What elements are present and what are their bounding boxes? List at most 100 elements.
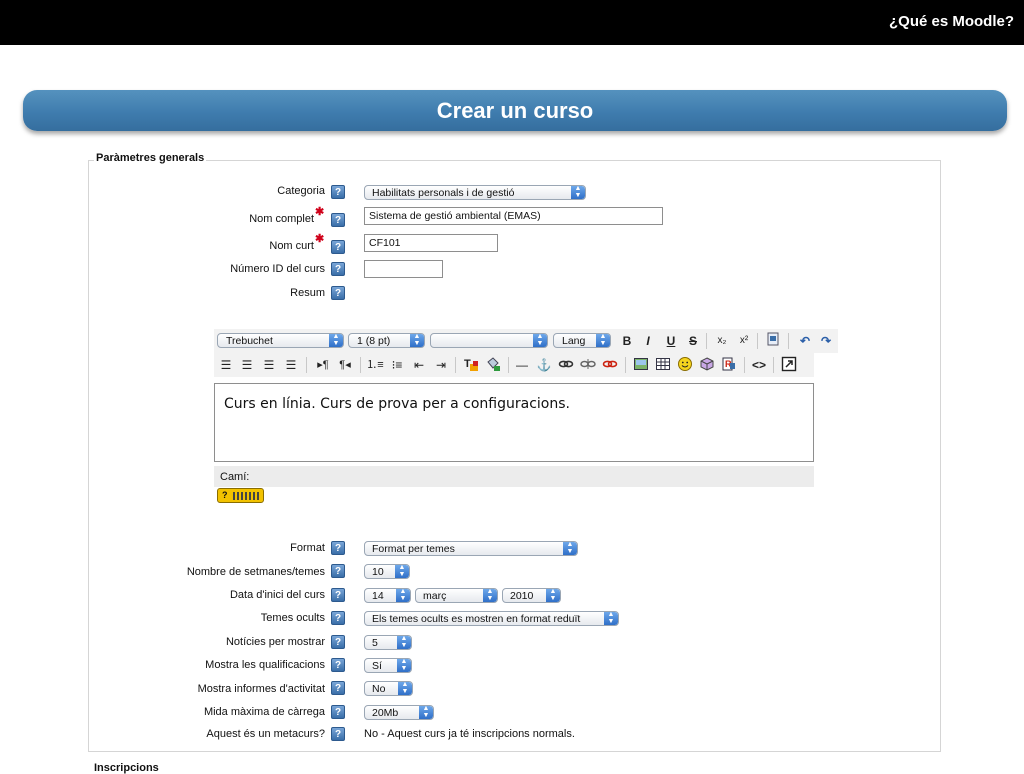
background-color-icon[interactable] (484, 356, 502, 374)
select-arrows-icon: ▲ ▼ (397, 636, 411, 649)
unordered-list-icon[interactable]: ⁝≡ (388, 356, 406, 374)
presentation-title: ¿Qué es Moodle? (888, 13, 1014, 30)
help-icon[interactable]: ? (331, 658, 345, 672)
insert-image-icon[interactable] (632, 356, 650, 374)
data-inici-label: Data d'inici del curs (229, 589, 325, 601)
format-label: Format (290, 542, 325, 554)
insert-table-icon[interactable] (654, 356, 672, 374)
help-icon[interactable]: ? (331, 635, 345, 649)
help-icon[interactable]: ? (331, 286, 345, 300)
help-icon[interactable]: ? (331, 185, 345, 199)
nom-curt-input[interactable]: CF101 (364, 234, 498, 252)
ordered-list-icon[interactable]: ⒈≡ (366, 356, 384, 374)
carrega-value: 20Mb (372, 707, 399, 719)
editor-toolbar-bottom: ☰ ☰ ☰ ☰ ▸¶ ¶◂ ⒈≡ ⁝≡ ⇤ ⇥ T — ⚓ R <> (214, 353, 814, 377)
keyboard-help-icon[interactable]: ? (217, 488, 264, 503)
keyboard-help-glyph: ? (222, 490, 228, 500)
help-icon[interactable]: ? (331, 564, 345, 578)
informes-select[interactable]: No ▲ ▼ (364, 681, 413, 696)
unlink-icon[interactable] (579, 356, 597, 374)
text-color-icon[interactable]: T (462, 356, 480, 374)
toolbar-divider (788, 333, 789, 349)
help-icon[interactable]: ? (331, 611, 345, 625)
ltr-direction-icon[interactable]: ▸¶ (314, 356, 332, 374)
noticies-label: Notícies per mostrar (225, 636, 325, 648)
qualificacions-select[interactable]: Sí ▲ ▼ (364, 658, 412, 673)
search-replace-icon[interactable]: R (720, 356, 738, 374)
toolbar-divider (360, 357, 361, 373)
setmanes-select[interactable]: 10 ▲ ▼ (364, 564, 410, 579)
select-arrows-icon: ▲ ▼ (546, 589, 560, 602)
italic-icon[interactable]: I (639, 332, 657, 350)
informes-label: Mostra informes d'activitat (197, 683, 325, 695)
editor-toolbar-top: Trebuchet ▲ ▼ 1 (8 pt) ▲ ▼ ▲ ▼ Lang ▲ ▼ B I … (214, 329, 838, 353)
indent-icon[interactable]: ⇥ (432, 356, 450, 374)
redo-icon[interactable]: ↷ (817, 332, 835, 350)
select-arrows-icon: ▲ ▼ (395, 565, 409, 578)
undo-icon[interactable]: ↶ (796, 332, 814, 350)
strikethrough-icon[interactable]: S (684, 332, 702, 350)
html-source-icon[interactable]: <> (750, 356, 768, 374)
summary-editor[interactable]: Curs en línia. Curs de prova per a confi… (214, 383, 814, 462)
paragraph-style-select[interactable]: ▲ ▼ (430, 333, 548, 348)
carrega-select[interactable]: 20Mb ▲ ▼ (364, 705, 434, 720)
subscript-icon[interactable]: x₂ (713, 332, 731, 350)
rtl-direction-icon[interactable]: ¶◂ (336, 356, 354, 374)
required-icon: ✱ (315, 206, 325, 218)
select-arrows-icon: ▲ ▼ (397, 659, 411, 672)
numero-id-input[interactable] (364, 260, 443, 278)
informes-value: No (372, 683, 386, 695)
noticies-select[interactable]: 5 ▲ ▼ (364, 635, 412, 650)
language-select[interactable]: Lang ▲ ▼ (553, 333, 611, 348)
superscript-icon[interactable]: x² (735, 332, 753, 350)
setmanes-value: 10 (372, 566, 384, 578)
help-icon[interactable]: ? (331, 262, 345, 276)
font-family-select[interactable]: Trebuchet ▲ ▼ (217, 333, 344, 348)
align-right-icon[interactable]: ☰ (260, 356, 278, 374)
clean-word-icon[interactable] (764, 332, 782, 350)
format-select[interactable]: Format per temes ▲ ▼ (364, 541, 578, 556)
outdent-icon[interactable]: ⇤ (410, 356, 428, 374)
nom-complet-input[interactable]: Sistema de gestió ambiental (EMAS) (364, 207, 663, 225)
nom-complet-label: Nom complet (249, 213, 314, 225)
help-icon[interactable]: ? (331, 588, 345, 602)
special-chars-icon[interactable] (698, 356, 716, 374)
svg-text:T: T (464, 358, 471, 370)
categoria-select[interactable]: Habilitats personals i de gestió ▲ ▼ (364, 185, 586, 200)
bold-icon[interactable]: B (618, 332, 636, 350)
start-year-select[interactable]: 2010 ▲ ▼ (502, 588, 561, 603)
help-icon[interactable]: ? (331, 541, 345, 555)
start-day-select[interactable]: 14 ▲ ▼ (364, 588, 411, 603)
help-icon[interactable]: ? (331, 240, 345, 254)
font-family-value: Trebuchet (226, 335, 273, 347)
select-arrows-icon: ▲ ▼ (571, 186, 585, 199)
horizontal-rule-icon[interactable]: — (513, 356, 531, 374)
help-icon[interactable]: ? (331, 727, 345, 741)
align-left-icon[interactable]: ☰ (217, 356, 235, 374)
help-icon[interactable]: ? (331, 681, 345, 695)
temes-ocults-value: Els temes ocults es mostren en format re… (372, 613, 581, 625)
metacurs-value: No - Aquest curs ja té inscripcions norm… (364, 728, 575, 740)
toolbar-divider (744, 357, 745, 373)
start-month-select[interactable]: març ▲ ▼ (415, 588, 498, 603)
editor-content[interactable]: Curs en línia. Curs de prova per a confi… (224, 396, 570, 412)
link-icon[interactable] (557, 356, 575, 374)
top-bar: ¿Qué es Moodle? (0, 0, 1024, 45)
keyboard-icon (233, 491, 260, 500)
anchor-icon[interactable]: ⚓ (535, 356, 553, 374)
underline-icon[interactable]: U (662, 332, 680, 350)
help-icon[interactable]: ? (331, 705, 345, 719)
help-icon[interactable]: ? (331, 213, 345, 227)
nolink-icon[interactable] (601, 356, 619, 374)
select-arrows-icon: ▲ ▼ (398, 682, 412, 695)
font-size-select[interactable]: 1 (8 pt) ▲ ▼ (348, 333, 425, 348)
select-arrows-icon: ▲ ▼ (533, 333, 547, 347)
temes-ocults-select[interactable]: Els temes ocults es mostren en format re… (364, 611, 619, 626)
justify-icon[interactable]: ☰ (282, 356, 300, 374)
select-arrows-icon: ▲ ▼ (419, 706, 433, 719)
select-arrows-icon: ▲ ▼ (396, 589, 410, 602)
fullscreen-icon[interactable] (780, 356, 798, 374)
smiley-icon[interactable] (676, 356, 694, 374)
categoria-value: Habilitats personals i de gestió (372, 187, 515, 199)
align-center-icon[interactable]: ☰ (238, 356, 256, 374)
